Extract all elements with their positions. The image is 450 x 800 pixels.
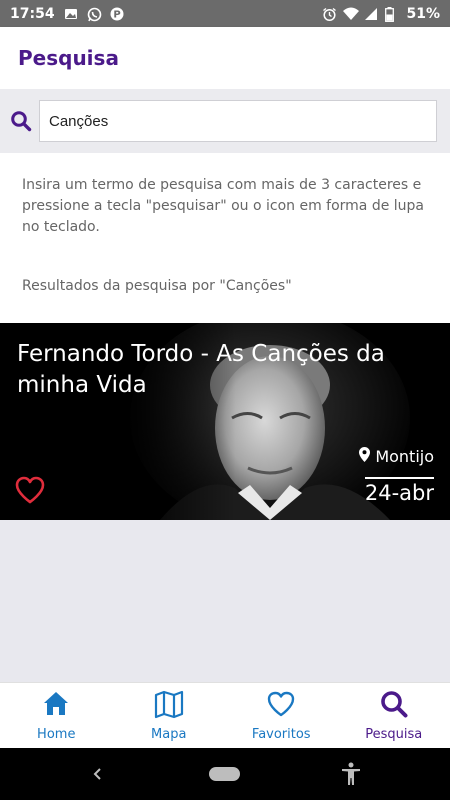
back-icon[interactable] [88,764,108,784]
location-pin-icon [359,447,371,466]
nav-label-pesquisa: Pesquisa [365,727,423,742]
results-label: Resultados da pesquisa por "Canções" [22,278,292,294]
parking-icon: P [110,7,124,21]
signal-icon [364,7,378,21]
nav-label-home: Home [37,727,76,742]
status-bar: 17:54 P 51% [0,0,450,27]
battery-level: 51% [406,5,440,22]
nav-item-pesquisa[interactable]: Pesquisa [338,683,450,748]
wifi-icon [343,7,360,21]
battery-icon [385,6,399,22]
event-location-label: Montijo [375,447,434,466]
alarm-icon [322,7,337,21]
event-date: 24-abr [364,477,434,505]
image-icon [64,7,78,21]
whatsapp-icon [87,7,101,21]
search-info-panel: Insira um termo de pesquisa com mais de … [0,153,450,323]
heart-outline-icon[interactable] [14,475,46,505]
search-hint: Insira um termo de pesquisa com mais de … [22,177,425,235]
event-title[interactable]: Fernando Tordo - As Canções da minha Vid… [17,339,437,401]
home-icon [41,689,71,723]
nav-item-mapa[interactable]: Mapa [113,683,226,748]
heart-icon [266,689,296,723]
nav-item-home[interactable]: Home [0,683,113,748]
svg-text:P: P [113,9,120,20]
status-time: 17:54 [10,5,55,22]
app-header: Pesquisa [0,27,450,89]
search-bar [0,89,450,153]
accessibility-icon[interactable] [340,762,362,786]
nav-item-favoritos[interactable]: Favoritos [225,683,338,748]
home-pill-button[interactable] [209,767,240,781]
nav-label-favoritos: Favoritos [251,727,311,742]
event-card[interactable]: Fernando Tordo - As Canções da minha Vid… [0,323,450,520]
search-icon [379,689,409,723]
bottom-nav: Home Mapa Favoritos Pesquisa [0,682,450,748]
event-location: Montijo [359,447,434,466]
search-icon[interactable] [10,110,32,132]
system-nav-bar [0,748,450,800]
page-title: Pesquisa [18,46,119,70]
map-icon [154,689,184,723]
search-input[interactable] [39,100,437,142]
nav-label-mapa: Mapa [151,727,187,742]
